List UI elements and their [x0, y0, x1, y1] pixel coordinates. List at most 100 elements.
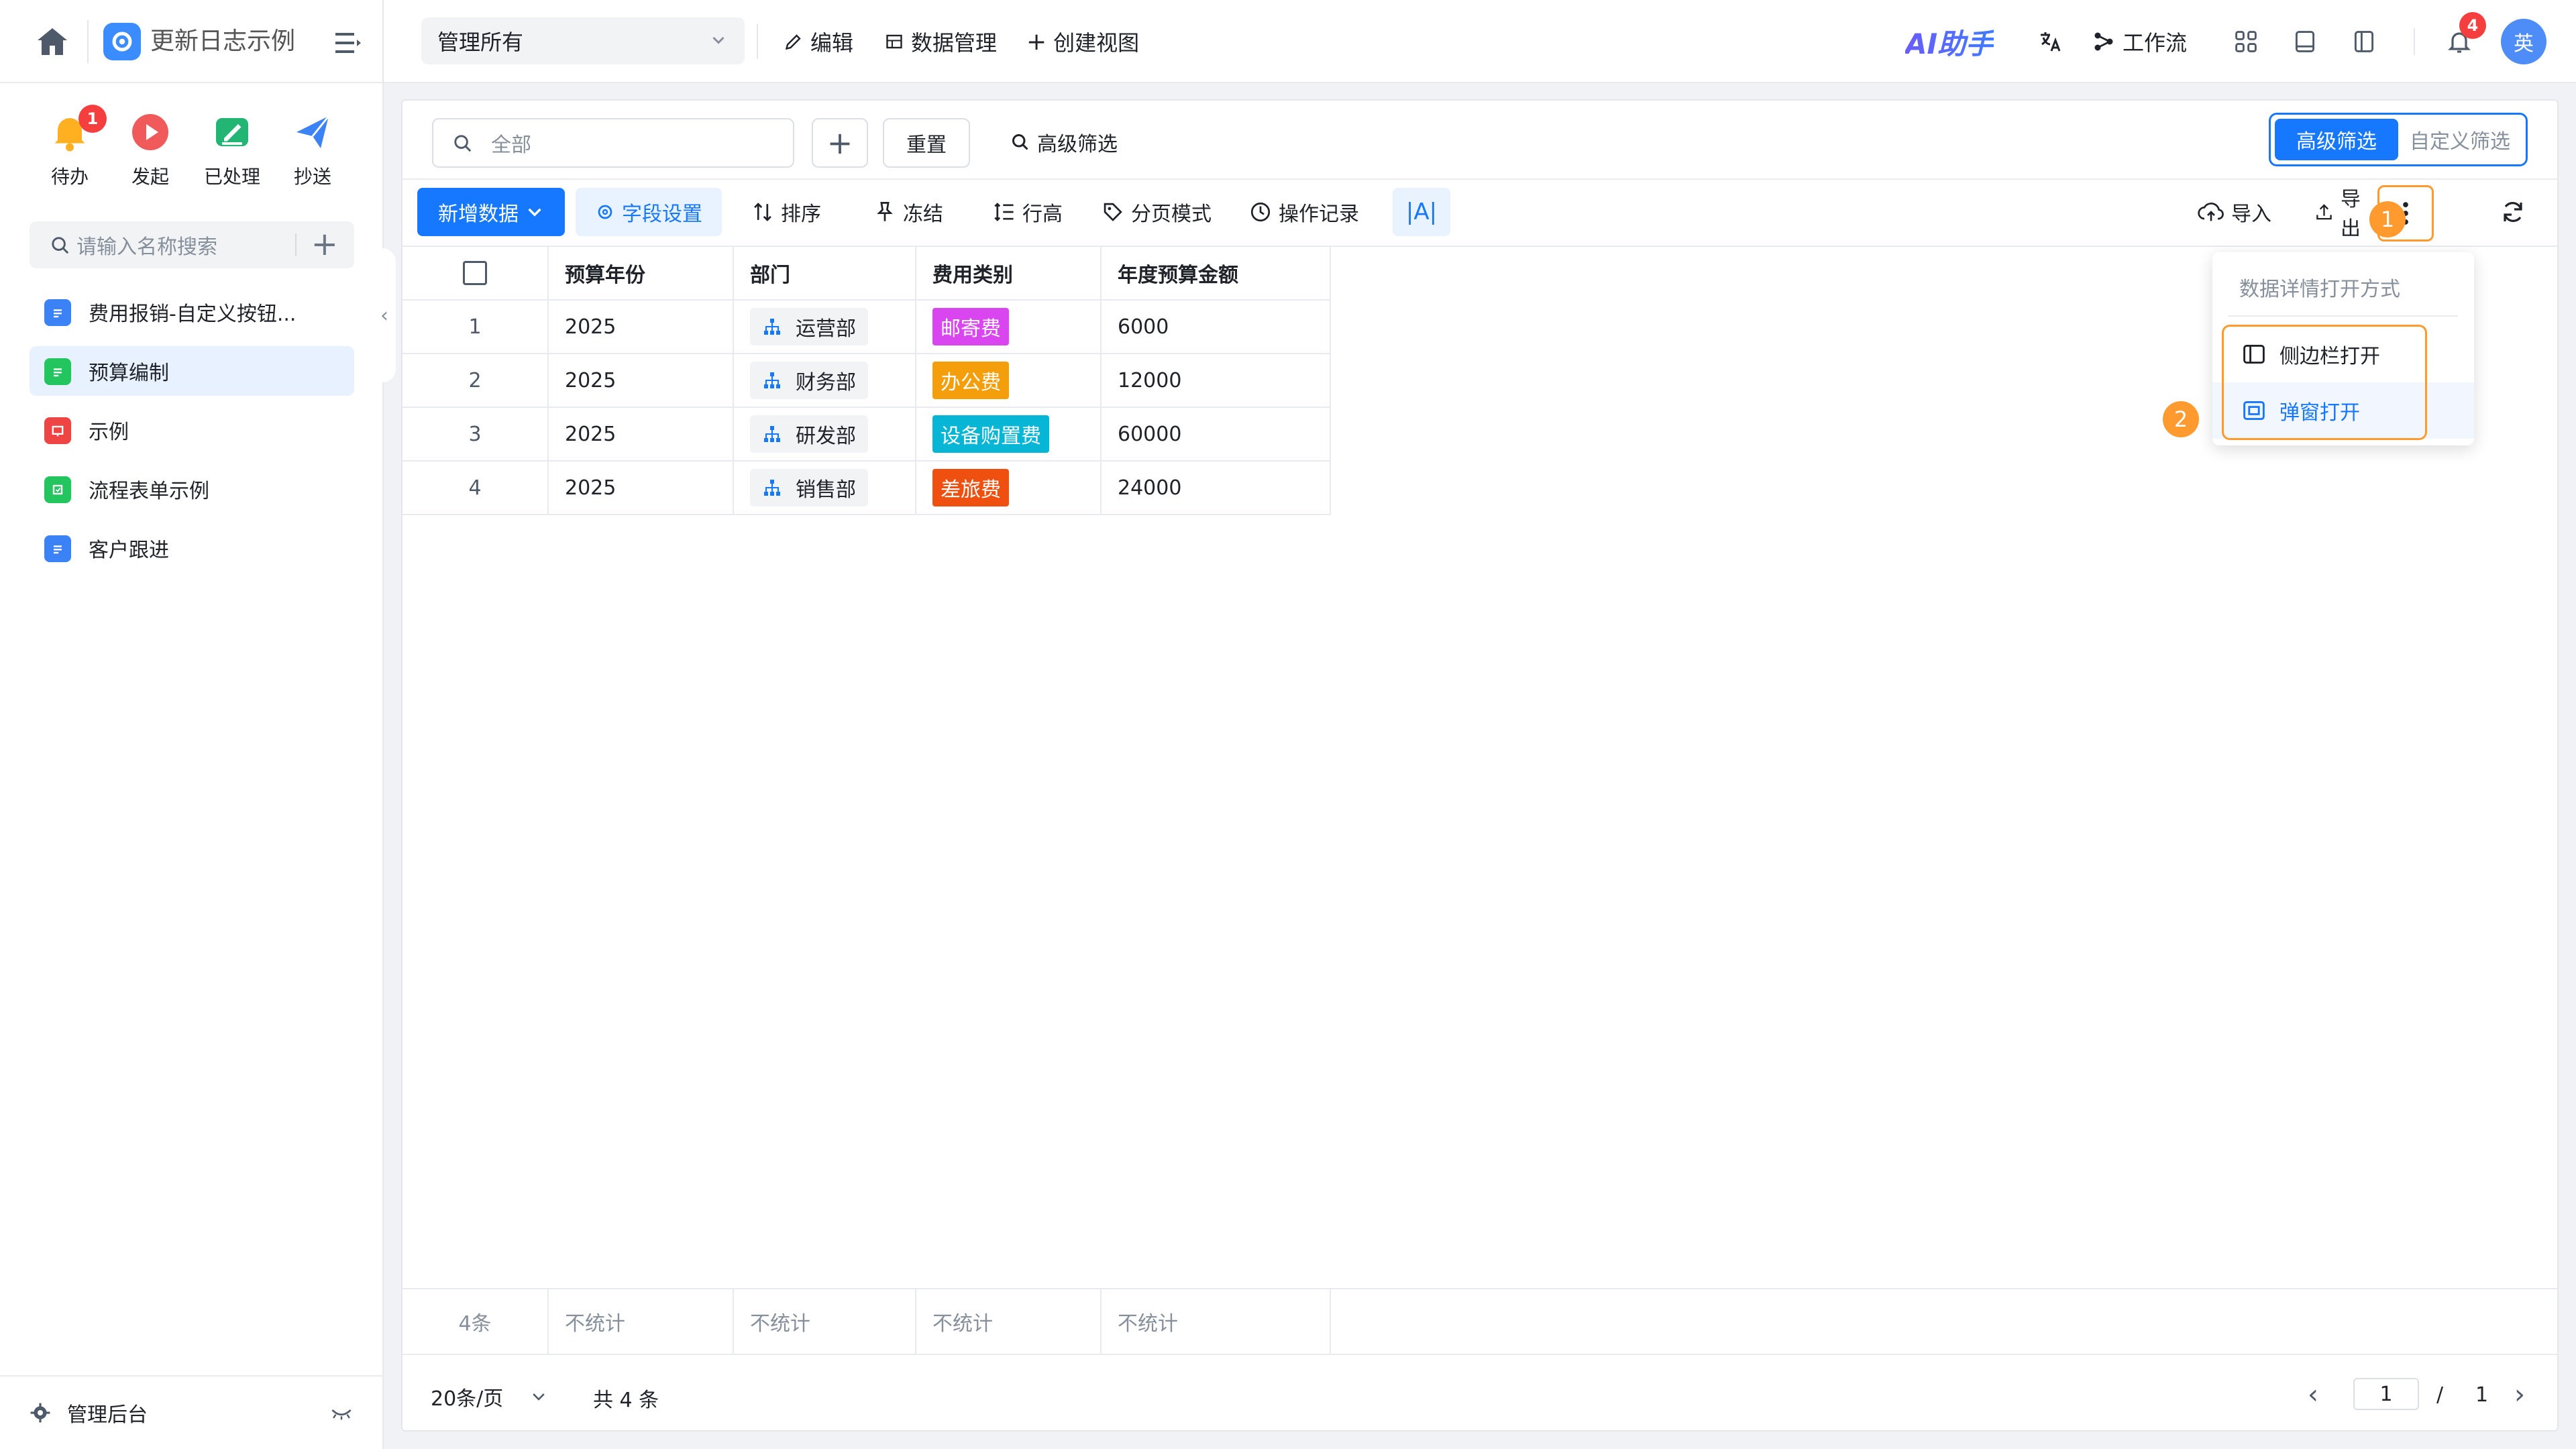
- quick-processed-label: 已处理: [203, 166, 260, 188]
- export-button[interactable]: 导出: [2314, 188, 2375, 236]
- footer-stat[interactable]: 不统计: [549, 1289, 734, 1354]
- sidebar-item-customer[interactable]: 客户跟进: [30, 523, 354, 573]
- org-chart-icon: [764, 480, 780, 496]
- send-icon: [289, 109, 336, 156]
- cell-category[interactable]: 差旅费: [916, 462, 1102, 515]
- panel-icon[interactable]: [2347, 24, 2381, 59]
- cell-amount[interactable]: 12000: [1102, 354, 1331, 408]
- font-size-button[interactable]: |A|: [1393, 188, 1450, 236]
- column-header[interactable]: 年度预算金额: [1102, 247, 1331, 301]
- refresh-button[interactable]: [2500, 188, 2526, 236]
- quick-initiate[interactable]: 发起: [110, 109, 191, 189]
- quick-processed[interactable]: 已处理: [192, 109, 272, 189]
- translate-icon[interactable]: [2033, 24, 2068, 59]
- cloud-upload-icon: [2198, 202, 2224, 221]
- sidebar-item-process-form[interactable]: 流程表单示例: [30, 464, 354, 514]
- row-height-button[interactable]: 行高: [993, 188, 1063, 236]
- page-size-select[interactable]: 20条/页: [431, 1382, 547, 1411]
- sidebar-collapse-button[interactable]: ‹: [373, 248, 396, 382]
- mode-custom-filter[interactable]: 自定义筛选: [2398, 119, 2522, 160]
- footer-stat[interactable]: 不统计: [734, 1289, 916, 1354]
- footer-stat[interactable]: 不统计: [916, 1289, 1102, 1354]
- cell-year[interactable]: 2025: [549, 408, 734, 462]
- sidebar-item-budget[interactable]: 预算编制: [30, 346, 354, 396]
- cell-category[interactable]: 设备购置费: [916, 408, 1102, 462]
- app-title: 更新日志示例: [150, 28, 296, 55]
- cell-dept[interactable]: 财务部: [734, 354, 916, 408]
- field-settings-button[interactable]: 字段设置: [576, 188, 722, 236]
- category-tag: 设备购置费: [932, 415, 1049, 453]
- next-page-icon[interactable]: ›: [2514, 1379, 2525, 1410]
- quick-todo[interactable]: 1 待办: [30, 105, 110, 189]
- export-label: 导出: [2340, 188, 2361, 236]
- select-all-cell[interactable]: [402, 247, 549, 301]
- view-select-value: 管理所有: [437, 30, 524, 55]
- sidebar-item-example[interactable]: 示例: [30, 405, 354, 455]
- operation-log-label: 操作记录: [1279, 203, 1359, 226]
- book-icon[interactable]: [2288, 24, 2322, 59]
- freeze-label: 冻结: [903, 203, 943, 226]
- quick-cc[interactable]: 抄送: [272, 109, 353, 189]
- freeze-button[interactable]: 冻结: [873, 188, 943, 236]
- add-filter-button[interactable]: +: [812, 118, 868, 168]
- bell-icon[interactable]: 4: [2442, 12, 2486, 59]
- footer-stat[interactable]: 不统计: [1102, 1289, 1331, 1354]
- row-height-label: 行高: [1022, 203, 1063, 226]
- column-header[interactable]: 费用类别: [916, 247, 1102, 301]
- column-header[interactable]: 预算年份: [549, 247, 734, 301]
- cell-category[interactable]: 办公费: [916, 354, 1102, 408]
- chevron-down-icon: [712, 36, 724, 44]
- cell-amount[interactable]: 6000: [1102, 301, 1331, 354]
- menu-toggle-icon[interactable]: [333, 27, 365, 59]
- cell-dept[interactable]: 研发部: [734, 408, 916, 462]
- reset-button[interactable]: 重置: [883, 118, 970, 168]
- pagination: 20条/页 共 4 条 ‹ 1 / 1 ›: [402, 1356, 2557, 1430]
- select-all-checkbox[interactable]: [463, 261, 487, 285]
- prev-page-icon[interactable]: ‹: [2308, 1379, 2318, 1410]
- dept-chip: 运营部: [750, 308, 868, 345]
- eye-closed-icon[interactable]: [330, 1403, 353, 1424]
- data-management-button[interactable]: 数据管理: [884, 24, 997, 59]
- cell-year[interactable]: 2025: [549, 462, 734, 515]
- cell-amount[interactable]: 60000: [1102, 408, 1331, 462]
- highlight-box: [2222, 325, 2427, 440]
- page-number-input[interactable]: 1: [2353, 1378, 2419, 1410]
- avatar[interactable]: 英: [2501, 19, 2546, 64]
- cell-category[interactable]: 邮寄费: [916, 301, 1102, 354]
- mode-advanced-filter[interactable]: 高级筛选: [2275, 119, 2398, 160]
- view-select[interactable]: 管理所有: [421, 17, 745, 64]
- add-icon[interactable]: +: [311, 228, 338, 260]
- cell-year[interactable]: 2025: [549, 354, 734, 408]
- total-pages: 1: [2475, 1383, 2489, 1407]
- operation-log-button[interactable]: 操作记录: [1249, 188, 1359, 236]
- dept-label: 研发部: [796, 425, 856, 448]
- cell-dept[interactable]: 销售部: [734, 462, 916, 515]
- sort-button[interactable]: 排序: [751, 188, 821, 236]
- sidebar-search-input[interactable]: 请输入名称搜索 +: [30, 221, 354, 268]
- total-count: 共 4 条: [593, 1389, 659, 1412]
- admin-backend-link[interactable]: 管理后台: [0, 1375, 384, 1449]
- advanced-filter-link[interactable]: 高级筛选: [1010, 127, 1118, 157]
- edit-button[interactable]: 编辑: [784, 24, 853, 59]
- cell-dept[interactable]: 运营部: [734, 301, 916, 354]
- new-data-button[interactable]: 新增数据: [417, 188, 565, 236]
- cell-year[interactable]: 2025: [549, 301, 734, 354]
- create-view-button[interactable]: + 创建视图: [1026, 24, 1139, 59]
- notification-badge: 4: [2459, 12, 2486, 39]
- admin-backend-label: 管理后台: [67, 1403, 148, 1427]
- import-button[interactable]: 导入: [2198, 188, 2271, 236]
- org-chart-icon: [764, 319, 780, 335]
- apps-grid-icon[interactable]: [2229, 24, 2263, 59]
- home-icon[interactable]: [34, 23, 71, 60]
- sidebar-item-expense[interactable]: 费用报销-自定义按钮...: [30, 287, 354, 337]
- data-management-label: 数据管理: [911, 30, 998, 56]
- dept-label: 运营部: [796, 317, 856, 341]
- workflow-button[interactable]: 工作流: [2092, 24, 2187, 59]
- page-mode-button[interactable]: 分页模式: [1102, 188, 1212, 236]
- cell-amount[interactable]: 24000: [1102, 462, 1331, 515]
- dept-label: 财务部: [796, 371, 856, 394]
- footer-count: 4条: [402, 1289, 549, 1354]
- column-header[interactable]: 部门: [734, 247, 916, 301]
- ai-assistant-button[interactable]: AI助手: [1905, 21, 1994, 62]
- filter-search-input[interactable]: 全部: [432, 118, 794, 168]
